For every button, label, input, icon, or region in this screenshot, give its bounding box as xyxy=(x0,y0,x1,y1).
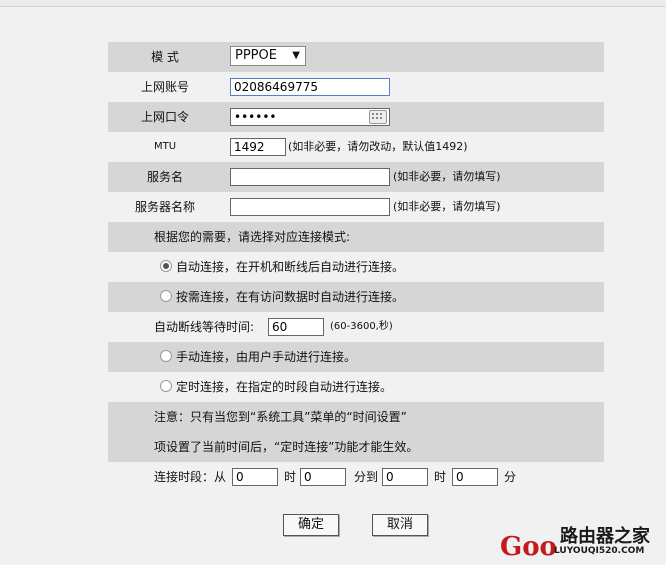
radio-manual[interactable] xyxy=(160,350,172,362)
service-hint: (如非必要，请勿填写) xyxy=(393,170,501,183)
mode-prompt-row: 根据您的需要，请选择对应连接模式: xyxy=(108,222,604,252)
keyboard-icon[interactable] xyxy=(369,110,387,124)
period-row: 连接时段：从 时 分到 时 分 xyxy=(108,462,604,492)
cancel-button[interactable]: 取消 xyxy=(372,514,428,536)
start-hour-input[interactable] xyxy=(232,468,278,486)
service-input[interactable] xyxy=(230,168,390,186)
ok-button[interactable]: 确定 xyxy=(283,514,339,536)
account-row: 上网账号 xyxy=(108,72,604,102)
timed-note: 注意：只有当您到“系统工具”菜单的“时间设置” 项设置了当前时间后，“定时连接”… xyxy=(108,402,604,462)
account-label: 上网账号 xyxy=(140,80,189,94)
service-label: 服务名 xyxy=(146,170,183,184)
top-tab-strip xyxy=(0,0,666,7)
service-row: 服务名 (如非必要，请勿填写) xyxy=(108,162,604,192)
mode-select[interactable]: PPPOE ▼ xyxy=(230,46,306,66)
watermark-url: LUYOUQI520.COM xyxy=(554,546,645,556)
server-input[interactable] xyxy=(230,198,390,216)
mode-label: 模 式 xyxy=(151,50,179,64)
min-unit: 分 xyxy=(504,470,517,484)
end-hour-input[interactable] xyxy=(382,468,428,486)
option-auto[interactable]: 自动连接，在开机和断线后自动进行连接。 xyxy=(160,252,404,282)
account-input[interactable] xyxy=(230,78,390,96)
mtu-hint: (如非必要，请勿改动，默认值1492) xyxy=(288,140,468,153)
option-manual-row: 手动连接，由用户手动进行连接。 xyxy=(108,342,604,372)
mtu-input[interactable] xyxy=(230,138,286,156)
server-row: 服务器名称 (如非必要，请勿填写) xyxy=(108,192,604,222)
start-min-input[interactable] xyxy=(300,468,346,486)
mtu-label: MTU xyxy=(153,141,177,152)
option-timed[interactable]: 定时连接，在指定的时段自动进行连接。 xyxy=(160,372,392,402)
option-demand-row: 按需连接，在有访问数据时自动进行连接。 xyxy=(108,282,604,312)
note-line2: 项设置了当前时间后，“定时连接”功能才能生效。 xyxy=(154,440,419,454)
period-label: 连接时段：从 xyxy=(154,470,227,484)
site-watermark: Goo 路由器之家 LUYOUQI520.COM xyxy=(500,522,660,562)
note-line1: 注意：只有当您到“系统工具”菜单的“时间设置” xyxy=(154,410,407,424)
option-timed-row: 定时连接，在指定的时段自动进行连接。 xyxy=(108,372,604,402)
to-label: 分到 xyxy=(354,470,379,484)
radio-auto[interactable] xyxy=(160,260,172,272)
idle-hint: (60-3600,秒) xyxy=(330,321,393,332)
option-manual[interactable]: 手动连接，由用户手动进行连接。 xyxy=(160,342,356,372)
caret-down-icon: ▼ xyxy=(292,50,300,61)
option-manual-label: 手动连接，由用户手动进行连接。 xyxy=(176,350,357,364)
mode-prompt: 根据您的需要，请选择对应连接模式: xyxy=(154,230,351,244)
watermark-brand: 路由器之家 xyxy=(560,526,650,547)
password-input[interactable] xyxy=(230,108,390,126)
end-min-input[interactable] xyxy=(452,468,498,486)
hour-unit: 时 xyxy=(284,470,297,484)
password-row: 上网口令 xyxy=(108,102,604,132)
idle-label: 自动断线等待时间: xyxy=(154,320,255,334)
end-hour-unit: 时 xyxy=(434,470,447,484)
password-label: 上网口令 xyxy=(140,110,189,124)
idle-input[interactable] xyxy=(268,318,324,336)
mode-row: 模 式 PPPOE ▼ xyxy=(108,42,604,72)
server-hint: (如非必要，请勿填写) xyxy=(393,200,501,213)
server-label: 服务器名称 xyxy=(134,200,195,214)
option-demand[interactable]: 按需连接，在有访问数据时自动进行连接。 xyxy=(160,282,404,312)
mtu-row: MTU (如非必要，请勿改动，默认值1492) xyxy=(108,132,604,162)
watermark-g: Goo xyxy=(500,532,557,562)
option-timed-label: 定时连接，在指定的时段自动进行连接。 xyxy=(176,380,393,394)
option-auto-row: 自动连接，在开机和断线后自动进行连接。 xyxy=(108,252,604,282)
mode-select-value: PPPOE xyxy=(235,48,277,63)
option-auto-label: 自动连接，在开机和断线后自动进行连接。 xyxy=(176,260,405,274)
radio-demand[interactable] xyxy=(160,290,172,302)
option-demand-label: 按需连接，在有访问数据时自动进行连接。 xyxy=(176,290,405,304)
radio-timed[interactable] xyxy=(160,380,172,392)
pppoe-settings-form: 模 式 PPPOE ▼ 上网账号 上网口令 MTU (如非必要，请勿改动，默认值… xyxy=(108,42,604,492)
idle-row: 自动断线等待时间: (60-3600,秒) xyxy=(108,312,604,342)
